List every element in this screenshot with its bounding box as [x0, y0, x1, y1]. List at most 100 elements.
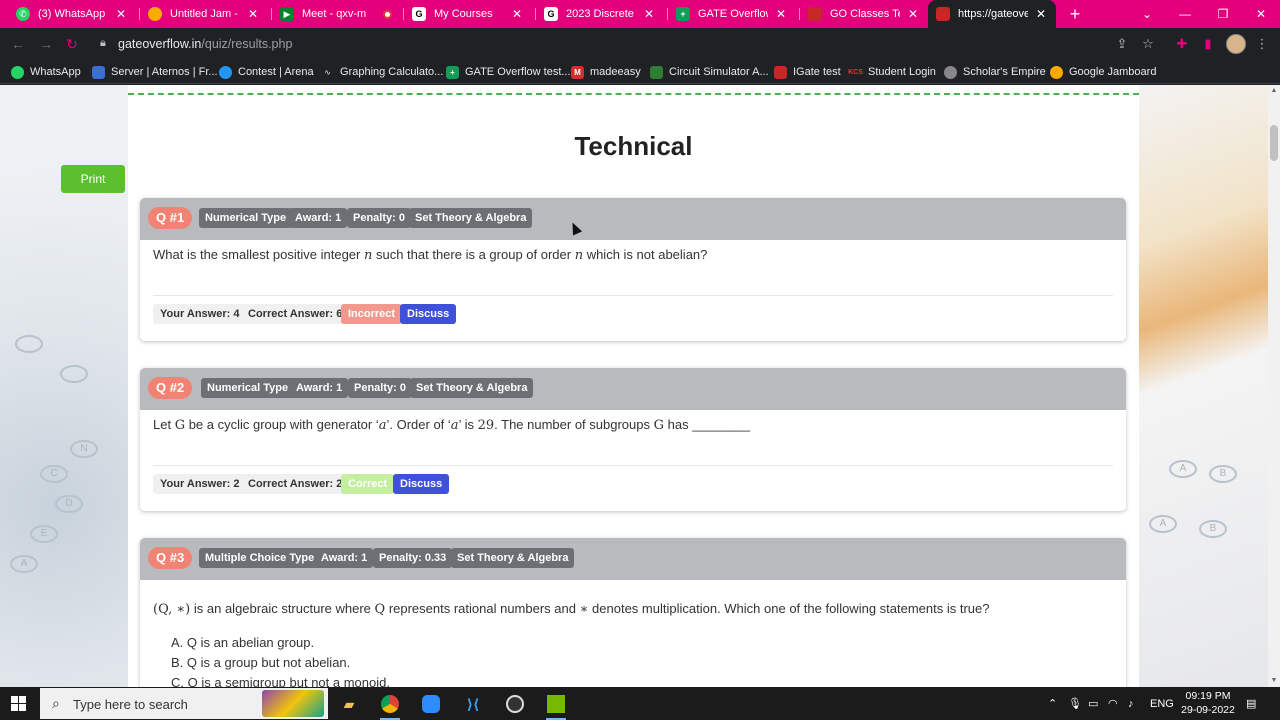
bookmark-item[interactable]: KCS Student Login — [848, 63, 936, 81]
chrome-icon[interactable] — [377, 691, 403, 720]
question-type-tag: Multiple Choice Type — [199, 548, 321, 568]
tab-meet[interactable]: ▶ Meet - qxv-m — [272, 0, 400, 28]
tab-search-icon[interactable]: ⌄ — [1128, 0, 1166, 28]
side-panel-icon[interactable]: ▮ — [1198, 34, 1218, 54]
maximize-icon[interactable]: ❐ — [1204, 0, 1242, 28]
microphone-icon[interactable]: 🎙︎ — [1068, 687, 1082, 720]
sheets-icon: + — [676, 7, 690, 21]
tab-title: https://gateoverfl — [958, 8, 1028, 20]
close-icon[interactable]: ✕ — [642, 7, 656, 21]
extensions-icon[interactable]: ✚ — [1172, 34, 1192, 54]
option-b[interactable]: B. Q is a group but not abelian. — [171, 655, 350, 670]
option-c[interactable]: C. Q is a semigroup but not a monoid. — [171, 675, 390, 687]
bookmark-item[interactable]: Scholar's Empire — [944, 63, 1046, 81]
tab-title: 2023 Discrete Ma — [566, 8, 636, 20]
tab-gate-overflow-sheet[interactable]: + GATE Overflow + ✕ — [668, 0, 796, 28]
notifications-icon[interactable]: ▤ — [1246, 687, 1256, 720]
tab-whatsapp[interactable]: ✆ (3) WhatsApp ✕ — [8, 0, 136, 28]
share-icon[interactable]: ⇪ — [1112, 34, 1132, 54]
address-bar[interactable]: 🔒︎ gateoverflow.in/quiz/results.php — [88, 32, 1168, 56]
obs-icon[interactable] — [502, 691, 528, 717]
question-number: Q #2 — [148, 377, 193, 399]
recording-icon — [383, 9, 392, 19]
close-window-icon[interactable]: ✕ — [1242, 0, 1280, 28]
topic-tag[interactable]: Set Theory & Algebra — [451, 548, 575, 568]
file-explorer-icon[interactable]: ▰ — [336, 691, 362, 717]
option-a[interactable]: A. Q is an abelian group. — [171, 635, 314, 650]
award-tag: Award: 1 — [290, 378, 349, 398]
vscode-icon[interactable]: ⟩⟨ — [460, 691, 486, 717]
close-icon[interactable]: ✕ — [114, 7, 128, 21]
close-icon[interactable]: ✕ — [774, 7, 788, 21]
bookmark-item[interactable]: Google Jamboard — [1050, 63, 1156, 81]
nvidia-icon[interactable] — [543, 691, 569, 720]
menu-icon[interactable]: ⋮ — [1252, 34, 1272, 54]
bookmark-item[interactable]: Server | Aternos | Fr... — [92, 63, 218, 81]
discuss-button[interactable]: Discuss — [393, 474, 450, 494]
bookmark-item[interactable]: IGate test — [774, 63, 841, 81]
tab-my-courses[interactable]: G My Courses ✕ — [404, 0, 532, 28]
scroll-thumb[interactable] — [1270, 125, 1278, 161]
language-indicator[interactable]: ENG — [1150, 687, 1174, 720]
tab-go-classes-test[interactable]: GO Classes Test S ✕ — [800, 0, 928, 28]
date-text: 29-09-2022 — [1181, 704, 1235, 716]
scrollbar[interactable]: ▲ ▼ — [1268, 85, 1280, 687]
search-icon: ⌕ — [52, 695, 60, 711]
battery-icon[interactable]: ▭ — [1088, 687, 1098, 720]
question-number: Q #3 — [148, 547, 193, 569]
award-tag: Award: 1 — [289, 208, 348, 228]
volume-icon[interactable]: ♪ — [1128, 687, 1134, 720]
your-answer-badge: Your Answer: 2 — [153, 474, 247, 494]
tab-gateoverflow-active[interactable]: https://gateoverfl ✕ — [928, 0, 1056, 28]
bookmark-item[interactable]: ∿ Graphing Calculato... — [321, 63, 443, 81]
bookmark-item[interactable]: Mmadeeasy — [571, 63, 641, 81]
back-icon[interactable]: ← — [8, 34, 28, 54]
circuit-icon — [650, 65, 663, 79]
forward-icon[interactable]: → — [36, 34, 56, 54]
question-card-1: Q #1 Numerical Type Award: 1 Penalty: 0 … — [140, 198, 1126, 341]
question-type-tag: Numerical Type — [201, 378, 295, 398]
whatsapp-icon — [11, 65, 24, 79]
award-tag: Award: 1 — [315, 548, 374, 568]
bookmark-item[interactable]: WhatsApp — [11, 63, 81, 81]
new-tab-button[interactable]: + — [1064, 3, 1086, 25]
print-button[interactable]: Print — [61, 165, 125, 193]
reload-icon[interactable]: ↻ — [62, 34, 82, 54]
avatar[interactable] — [1226, 34, 1246, 54]
clock[interactable]: 09:19 PM 29-09-2022 — [1180, 689, 1236, 717]
topic-tag[interactable]: Set Theory & Algebra — [410, 378, 534, 398]
wifi-icon[interactable]: ◠ — [1108, 687, 1118, 720]
bookmark-item[interactable]: Contest | Arena — [219, 63, 314, 81]
question-header: Q #2 Numerical Type Award: 1 Penalty: 0 … — [140, 368, 1126, 410]
close-icon[interactable]: ✕ — [906, 7, 920, 21]
question-header: Q #1 Numerical Type Award: 1 Penalty: 0 … — [140, 198, 1126, 240]
gateoverflow-icon — [936, 7, 950, 21]
minimize-icon[interactable]: — — [1166, 0, 1204, 28]
scroll-up-icon[interactable]: ▲ — [1268, 85, 1280, 97]
bookmark-star-icon[interactable]: ☆ — [1138, 34, 1158, 54]
close-icon[interactable]: ✕ — [246, 7, 260, 21]
zoom-icon[interactable] — [418, 691, 444, 717]
discuss-button[interactable]: Discuss — [400, 304, 457, 324]
sheets-icon: + — [446, 65, 459, 79]
lock-icon[interactable]: 🔒︎ — [100, 37, 106, 50]
show-hidden-icons[interactable]: ⌃ — [1048, 687, 1057, 720]
close-icon[interactable]: ✕ — [1034, 7, 1048, 21]
bookmark-item[interactable]: + GATE Overflow test... — [446, 63, 571, 81]
aternos-icon — [92, 65, 105, 79]
close-icon[interactable]: ✕ — [510, 7, 524, 21]
windows-start-icon[interactable] — [11, 696, 27, 712]
tab-title: Untitled Jam - Go — [170, 8, 240, 20]
tab-discrete-math[interactable]: G 2023 Discrete Ma ✕ — [536, 0, 664, 28]
bookmark-item[interactable]: Circuit Simulator A... — [650, 63, 769, 81]
bookmarks-bar: WhatsApp Server | Aternos | Fr... Contes… — [0, 60, 1280, 84]
goclasses-icon: G — [544, 7, 558, 21]
browser-toolbar: ← → ↻ 🔒︎ gateoverflow.in/quiz/results.ph… — [0, 28, 1280, 60]
time-text: 09:19 PM — [1185, 690, 1231, 702]
taskbar-search[interactable]: ⌕ Type here to search — [40, 688, 328, 719]
tab-jamboard[interactable]: Untitled Jam - Go ✕ — [140, 0, 268, 28]
jamboard-icon — [148, 7, 162, 21]
url-text[interactable]: gateoverflow.in/quiz/results.php — [118, 37, 292, 51]
topic-tag[interactable]: Set Theory & Algebra — [409, 208, 533, 228]
scroll-down-icon[interactable]: ▼ — [1268, 675, 1280, 687]
